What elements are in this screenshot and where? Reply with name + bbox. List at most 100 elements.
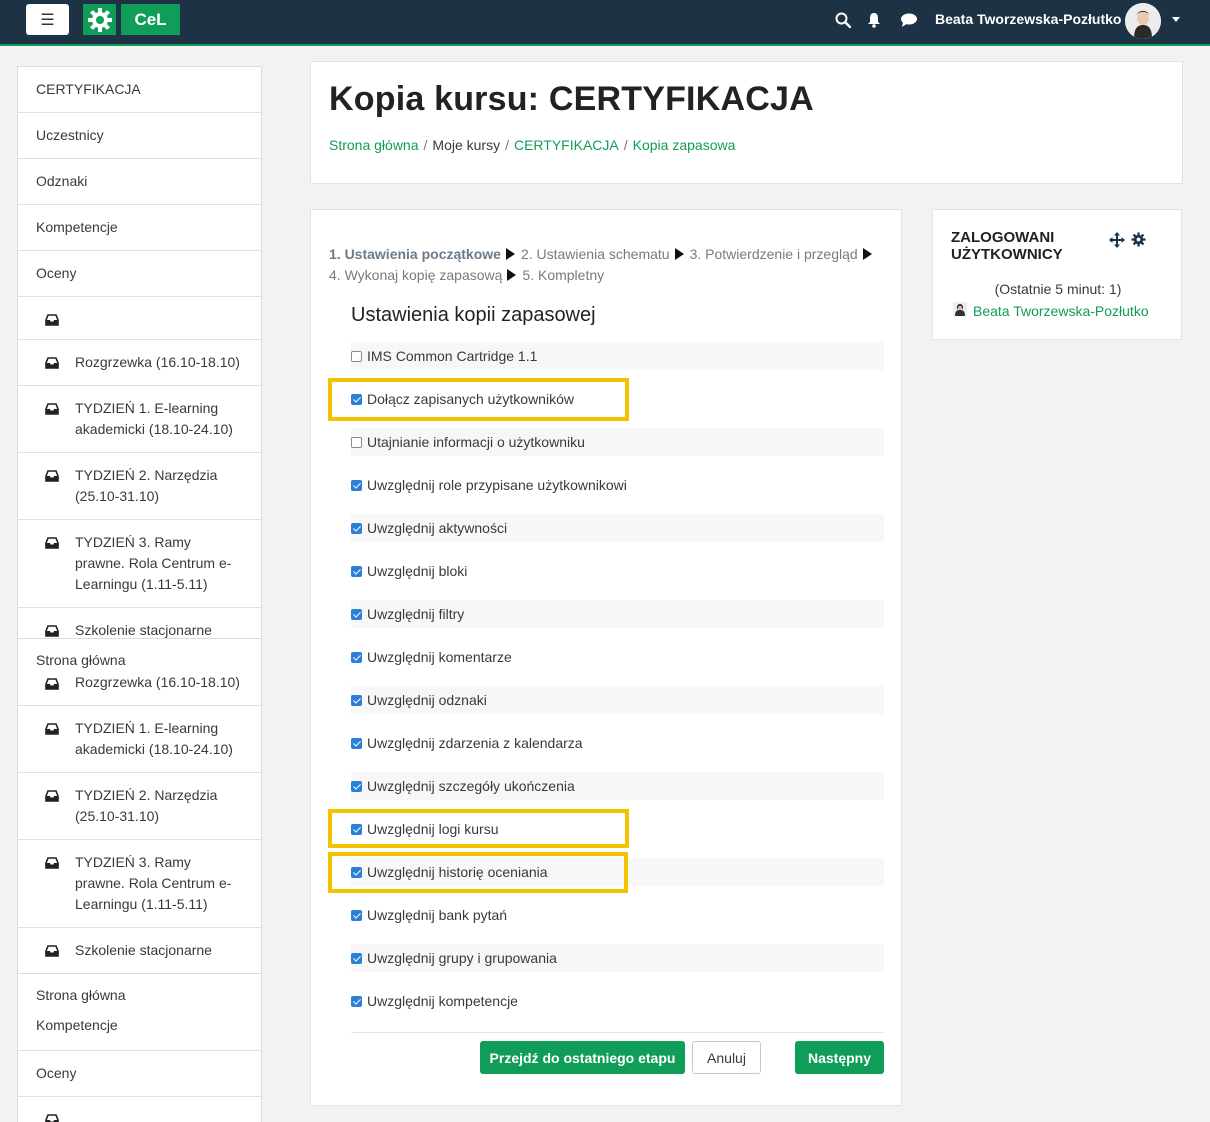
sidebar-item-competencies[interactable]: Kompetencje [18, 1012, 261, 1051]
sidebar-item-section[interactable]: TYDZIEŃ 3. Ramy prawne. Rola Centrum e-L… [18, 840, 261, 928]
cancel-button[interactable]: Anuluj [692, 1041, 761, 1074]
sidebar-item-section-general[interactable] [18, 297, 261, 340]
option-checkbox[interactable] [351, 436, 362, 448]
block-title: ZALOGOWANI UŻYTKOWNICY [951, 229, 1063, 263]
breadcrumb-backup-link[interactable]: Kopia zapasowa [633, 137, 736, 153]
option-label: Uwzględnij odznaki [367, 692, 487, 708]
option-label: Uwzględnij aktywności [367, 520, 508, 536]
avatar[interactable] [1125, 3, 1161, 39]
option-checkbox[interactable] [351, 479, 362, 491]
move-icon[interactable] [1109, 232, 1125, 251]
option-label: Uwzględnij zdarzenia z kalendarza [367, 735, 583, 751]
backup-option-row[interactable]: Uwzględnij role przypisane użytkownikowi [351, 471, 884, 499]
page-header: Kopia kursu: CERTYFIKACJA Strona główna /… [310, 61, 1183, 184]
bell-icon[interactable] [865, 11, 883, 29]
backup-option-row[interactable]: Uwzględnij bloki [351, 557, 884, 585]
step-arrow-icon [507, 269, 517, 281]
online-user-link[interactable]: Beata Tworzewska-Pozłutko [953, 302, 1149, 319]
option-label: Uwzględnij role przypisane użytkownikowi [367, 477, 627, 493]
online-user-name: Beata Tworzewska-Pozłutko [973, 302, 1149, 319]
step-arrow-icon [674, 248, 684, 260]
step: 4. Wykonaj kopię zapasową [329, 267, 503, 283]
backup-option-row[interactable]: Uwzględnij odznaki [351, 686, 884, 714]
next-button[interactable]: Następny [795, 1041, 884, 1074]
option-checkbox[interactable] [351, 565, 362, 577]
step-arrow-icon [505, 248, 515, 260]
option-checkbox[interactable] [351, 393, 362, 405]
gear-icon[interactable] [1131, 232, 1146, 251]
option-label: Uwzględnij bank pytań [367, 907, 508, 923]
breadcrumb-home-link[interactable]: Strona główna [329, 137, 419, 153]
sidebar-item-home[interactable]: Strona główna [18, 974, 261, 1012]
folder-tray-icon [45, 1111, 59, 1122]
extra-nav-block: Strona główna Kompetencje Oceny [17, 973, 262, 1122]
sidebar-item-section[interactable]: Rozgrzewka (16.10-18.10) [18, 671, 261, 706]
step-current: 1. Ustawienia początkowe [329, 246, 501, 262]
sidebar-item-home[interactable]: Strona główna [18, 639, 261, 671]
breadcrumb-my-courses: Moje kursy [432, 137, 501, 153]
option-checkbox[interactable] [351, 694, 362, 706]
option-checkbox[interactable] [351, 780, 362, 792]
sidebar-item-grades[interactable]: Oceny [18, 251, 261, 297]
backup-option-row[interactable]: Uwzględnij aktywności [351, 514, 884, 542]
skip-to-final-button[interactable]: Przejdź do ostatniego etapu [480, 1041, 685, 1074]
chat-icon[interactable] [900, 11, 918, 29]
option-checkbox[interactable] [351, 608, 362, 620]
option-checkbox[interactable] [351, 522, 362, 534]
backup-option-row[interactable]: IMS Common Cartridge 1.1 [351, 342, 884, 370]
folder-tray-icon [45, 311, 59, 332]
option-checkbox[interactable] [351, 909, 362, 921]
backup-settings-card: 1. Ustawienia początkowe 2. Ustawienia sc… [310, 209, 902, 1106]
chevron-down-icon[interactable] [1172, 17, 1180, 22]
backup-option-row[interactable]: Uwzględnij logi kursu [351, 815, 884, 843]
sidebar-item-participants[interactable]: Uczestnicy [18, 113, 261, 159]
backup-option-row[interactable]: Uwzględnij szczegóły ukończenia [351, 772, 884, 800]
sidebar-item-course[interactable]: CERTYFIKACJA [18, 67, 261, 113]
sidebar-item-competencies[interactable]: Kompetencje [18, 205, 261, 251]
option-label: Utajnianie informacji o użytkowniku [367, 434, 585, 450]
breadcrumb-course-link[interactable]: CERTYFIKACJA [514, 137, 619, 153]
sidebar-item-section[interactable]: Szkolenie stacjonarne [18, 928, 261, 973]
option-checkbox[interactable] [351, 737, 362, 749]
sidebar-item-section[interactable]: TYDZIEŃ 1. E-learning akademicki (18.10-… [18, 706, 261, 773]
folder-tray-icon [45, 854, 59, 875]
site-logo-text[interactable]: CeL [121, 4, 180, 35]
backup-option-row[interactable]: Utajnianie informacji o użytkowniku [351, 428, 884, 456]
folder-tray-icon [45, 467, 59, 488]
option-checkbox[interactable] [351, 952, 362, 964]
backup-option-row[interactable]: Uwzględnij komentarze [351, 643, 884, 671]
sidebar-item-section-general[interactable] [18, 1097, 261, 1122]
user-menu-name[interactable]: Beata Tworzewska-Pozłutko [935, 11, 1121, 27]
block-controls [1109, 232, 1146, 251]
option-checkbox[interactable] [351, 651, 362, 663]
sidebar-item-section[interactable]: TYDZIEŃ 2. Narzędzia (25.10-31.10) [18, 453, 261, 520]
folder-tray-icon [45, 354, 59, 375]
sidebar-item-section[interactable]: Rozgrzewka (16.10-18.10) [18, 340, 261, 386]
breadcrumb: Strona główna / Moje kursy / CERTYFIKACJA / Ko… [329, 137, 736, 153]
backup-option-row[interactable]: Uwzględnij bank pytań [351, 901, 884, 929]
option-checkbox[interactable] [351, 866, 362, 878]
sidebar-item-section[interactable]: TYDZIEŃ 1. E-learning akademicki (18.10-… [18, 386, 261, 453]
sidebar-item-section[interactable]: TYDZIEŃ 3. Ramy prawne. Rola Centrum e-L… [18, 520, 261, 608]
sidebar-item-section[interactable]: TYDZIEŃ 2. Narzędzia (25.10-31.10) [18, 773, 261, 840]
option-checkbox[interactable] [351, 995, 362, 1007]
backup-option-row[interactable]: Uwzględnij kompetencje [351, 987, 884, 1015]
online-users-block: ZALOGOWANI UŻYTKOWNICY (Ostatnie 5 minut… [932, 209, 1182, 340]
backup-option-row[interactable]: Uwzględnij grupy i grupowania [351, 944, 884, 972]
backup-option-row[interactable]: Uwzględnij historię oceniania [351, 858, 884, 886]
option-label: Uwzględnij logi kursu [367, 821, 499, 837]
search-icon[interactable] [834, 11, 852, 29]
step: 5. Kompletny [522, 267, 605, 283]
option-checkbox[interactable] [351, 823, 362, 835]
backup-option-row[interactable]: Uwzględnij filtry [351, 600, 884, 628]
sidebar-item-badges[interactable]: Odznaki [18, 159, 261, 205]
option-label: Uwzględnij komentarze [367, 649, 512, 665]
option-checkbox[interactable] [351, 350, 362, 362]
site-logo-gear[interactable] [83, 4, 116, 35]
menu-toggle-button[interactable]: ☰ [26, 4, 69, 35]
option-label: Uwzględnij bloki [367, 563, 468, 579]
sidebar-item-grades[interactable]: Oceny [18, 1051, 261, 1097]
backup-option-row[interactable]: Uwzględnij zdarzenia z kalendarza [351, 729, 884, 757]
backup-option-row[interactable]: Dołącz zapisanych użytkowników [351, 385, 884, 413]
option-label: Uwzględnij filtry [367, 606, 465, 622]
